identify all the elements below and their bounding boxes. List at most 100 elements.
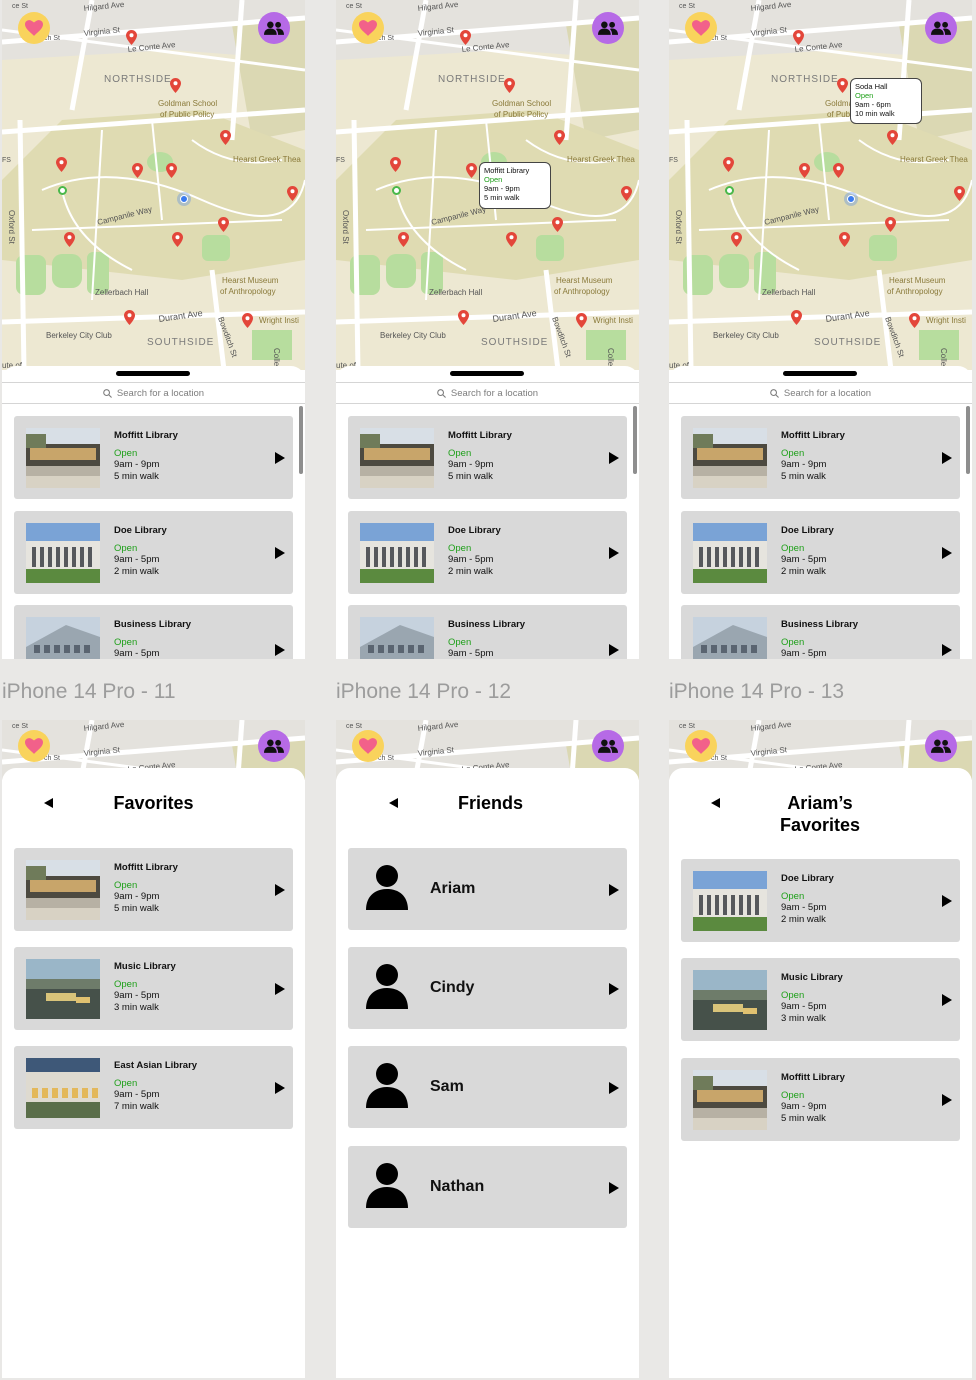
friends-button[interactable] xyxy=(258,12,290,44)
campus-map[interactable]: Hilgard Ave Virginia St Le Conte Ave NORTHS… xyxy=(2,0,305,370)
map-pin-icon[interactable] xyxy=(954,186,965,201)
location-card[interactable]: Music Library Open 9am - 5pm 3 min walk xyxy=(681,958,960,1041)
open-arrow-icon[interactable] xyxy=(275,644,285,656)
map-pin-icon[interactable] xyxy=(390,157,401,172)
map-pin-icon[interactable] xyxy=(458,310,469,325)
open-arrow-icon[interactable] xyxy=(609,884,619,896)
favorites-button[interactable] xyxy=(685,12,717,44)
map-pin-icon[interactable] xyxy=(885,217,896,232)
open-arrow-icon[interactable] xyxy=(942,994,952,1006)
map-pin-icon[interactable] xyxy=(398,232,409,247)
search-bar[interactable]: Search for a location xyxy=(336,382,639,404)
map-pin-icon[interactable] xyxy=(166,163,177,178)
open-arrow-icon[interactable] xyxy=(609,644,619,656)
scrollbar[interactable] xyxy=(966,406,970,474)
map-pin-icon[interactable] xyxy=(287,186,298,201)
map-pin-icon[interactable] xyxy=(554,130,565,145)
open-arrow-icon[interactable] xyxy=(609,983,619,995)
open-arrow-icon[interactable] xyxy=(275,884,285,896)
map-pin-icon[interactable] xyxy=(172,232,183,247)
location-card[interactable]: Doe Library Open 9am - 5pm 2 min walk xyxy=(348,511,627,594)
scrollbar[interactable] xyxy=(633,406,637,474)
favorites-button[interactable] xyxy=(18,730,50,762)
open-arrow-icon[interactable] xyxy=(609,1182,619,1194)
open-arrow-icon[interactable] xyxy=(942,895,952,907)
map-pin-icon[interactable] xyxy=(909,313,920,328)
map-pin-icon[interactable] xyxy=(731,232,742,247)
location-card[interactable]: Moffitt Library Open 9am - 9pm 5 min walk xyxy=(14,848,293,931)
location-card[interactable]: Music Library Open 9am - 5pm 3 min walk xyxy=(14,947,293,1030)
map-pin-icon[interactable] xyxy=(799,163,810,178)
favorites-button[interactable] xyxy=(352,12,384,44)
location-card[interactable]: Doe Library Open 9am - 5pm 2 min walk xyxy=(681,859,960,942)
friend-card[interactable]: Sam xyxy=(348,1046,627,1128)
map-pin-icon[interactable] xyxy=(132,163,143,178)
favorites-button[interactable] xyxy=(685,730,717,762)
location-card[interactable]: Moffitt Library Open 9am - 9pm 5 min walk xyxy=(681,1058,960,1141)
back-arrow-icon[interactable] xyxy=(711,798,720,808)
map-pin-icon[interactable] xyxy=(576,313,587,328)
open-arrow-icon[interactable] xyxy=(275,1082,285,1094)
map-pin-icon[interactable] xyxy=(793,30,804,45)
friend-card[interactable]: Cindy xyxy=(348,947,627,1029)
friend-card[interactable]: Ariam xyxy=(348,848,627,930)
map-pin-icon[interactable] xyxy=(242,313,253,328)
open-arrow-icon[interactable] xyxy=(942,644,952,656)
map-pin-icon[interactable] xyxy=(220,130,231,145)
map-pin-icon[interactable] xyxy=(56,157,67,172)
sheet-handle[interactable] xyxy=(450,371,524,376)
open-arrow-icon[interactable] xyxy=(275,547,285,559)
location-card[interactable]: Doe Library Open 9am - 5pm 2 min walk xyxy=(681,511,960,594)
open-arrow-icon[interactable] xyxy=(942,547,952,559)
campus-map[interactable]: Hilgard Ave Virginia St Le Conte Ave NORTHS… xyxy=(669,0,972,370)
map-pin-icon[interactable] xyxy=(839,232,850,247)
map-pin-icon[interactable] xyxy=(791,310,802,325)
map-pin-icon[interactable] xyxy=(64,232,75,247)
open-arrow-icon[interactable] xyxy=(609,1082,619,1094)
map-pin-icon[interactable] xyxy=(887,130,898,145)
map-pin-icon[interactable] xyxy=(506,232,517,247)
map-pin-icon[interactable] xyxy=(124,310,135,325)
map-pin-icon[interactable] xyxy=(833,163,844,178)
map-pin-icon[interactable] xyxy=(837,78,848,93)
open-arrow-icon[interactable] xyxy=(275,452,285,464)
map-pin-icon[interactable] xyxy=(170,78,181,93)
map-popup-moffitt[interactable]: Moffitt Library Open 9am - 9pm 5 min wal… xyxy=(479,162,551,209)
location-card[interactable]: Doe Library Open 9am - 5pm 2 min walk xyxy=(14,511,293,594)
map-pin-icon[interactable] xyxy=(460,30,471,45)
open-arrow-icon[interactable] xyxy=(275,983,285,995)
map-pin-icon[interactable] xyxy=(504,78,515,93)
friend-card[interactable]: Nathan xyxy=(348,1146,627,1228)
location-card[interactable]: Moffitt Library Open 9am - 9pm 5 min walk xyxy=(348,416,627,499)
sheet-handle[interactable] xyxy=(116,371,190,376)
friends-button[interactable] xyxy=(592,730,624,762)
scrollbar[interactable] xyxy=(299,406,303,474)
map-pin-icon[interactable] xyxy=(621,186,632,201)
friends-button[interactable] xyxy=(925,730,957,762)
map-pin-icon[interactable] xyxy=(552,217,563,232)
sheet-handle[interactable] xyxy=(783,371,857,376)
search-bar[interactable]: Search for a location xyxy=(2,382,305,404)
heart-icon xyxy=(25,20,43,36)
friends-button[interactable] xyxy=(592,12,624,44)
open-arrow-icon[interactable] xyxy=(609,452,619,464)
favorites-button[interactable] xyxy=(18,12,50,44)
location-card[interactable]: Moffitt Library Open 9am - 9pm 5 min walk xyxy=(14,416,293,499)
location-card[interactable]: Business Library Open 9am - 5pm xyxy=(348,605,627,659)
map-pin-icon[interactable] xyxy=(723,157,734,172)
map-pin-icon[interactable] xyxy=(126,30,137,45)
location-card[interactable]: Business Library Open 9am - 5pm xyxy=(14,605,293,659)
friends-button[interactable] xyxy=(925,12,957,44)
search-bar[interactable]: Search for a location xyxy=(669,382,972,404)
location-card[interactable]: Business Library Open 9am - 5pm xyxy=(681,605,960,659)
open-arrow-icon[interactable] xyxy=(609,547,619,559)
favorites-button[interactable] xyxy=(352,730,384,762)
map-pin-icon[interactable] xyxy=(218,217,229,232)
location-card[interactable]: East Asian Library Open 9am - 5pm 7 min wal… xyxy=(14,1046,293,1129)
location-card[interactable]: Moffitt Library Open 9am - 9pm 5 min walk xyxy=(681,416,960,499)
map-popup-soda[interactable]: Soda Hall Open 9am - 6pm 10 min walk xyxy=(850,78,922,124)
open-arrow-icon[interactable] xyxy=(942,1094,952,1106)
friends-button[interactable] xyxy=(258,730,290,762)
map-pin-icon[interactable] xyxy=(466,163,477,178)
open-arrow-icon[interactable] xyxy=(942,452,952,464)
